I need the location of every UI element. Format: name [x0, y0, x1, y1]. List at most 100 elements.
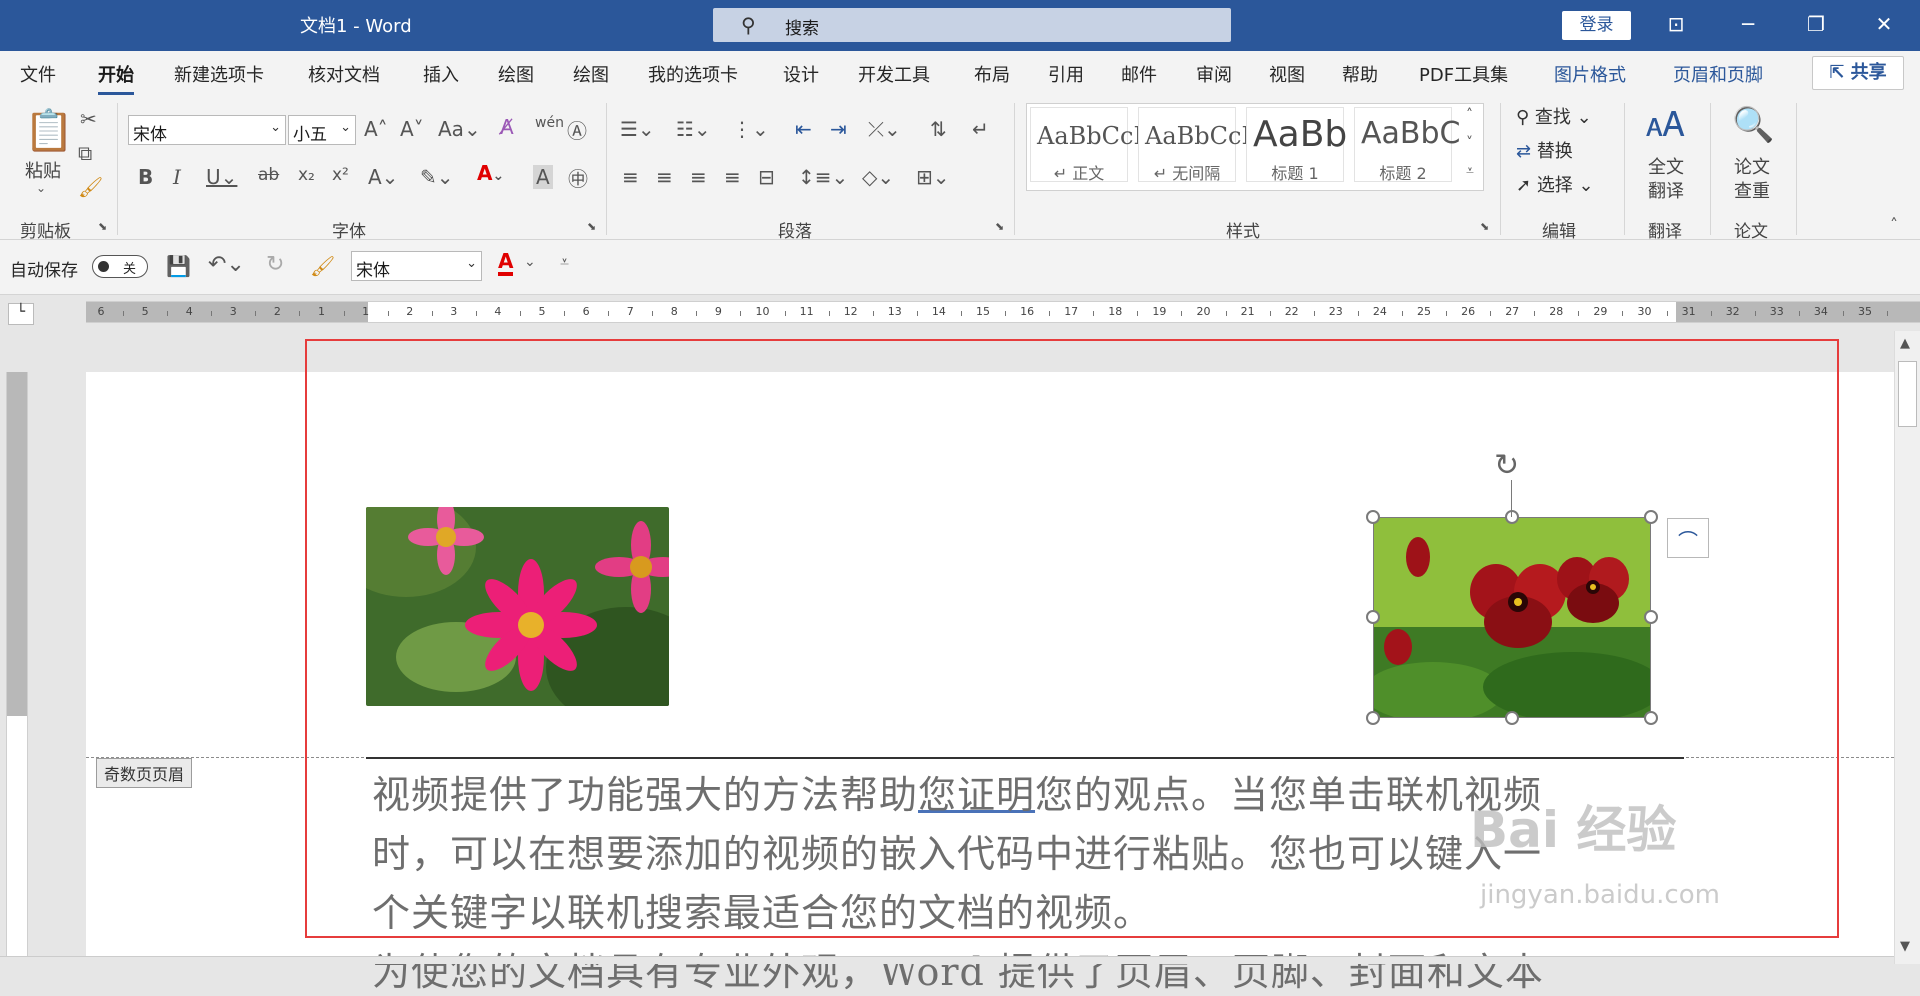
styles-scroll-up-icon[interactable]: ˄ — [1466, 107, 1473, 123]
resize-handle-bl[interactable] — [1366, 711, 1380, 725]
translate-icon[interactable]: 🗚 — [1646, 105, 1685, 145]
distributed-icon[interactable]: ⊟ — [758, 165, 775, 189]
translate-label-1[interactable]: 全文 — [1648, 153, 1684, 179]
paragraph-line-1[interactable]: 视频提供了功能强大的方法帮助您证明您的观点。当您单击联机视频 — [372, 764, 1542, 819]
tab-new[interactable]: 新建选项卡 — [174, 61, 264, 87]
paper-label-1[interactable]: 论文 — [1734, 153, 1770, 179]
scroll-thumb[interactable] — [1898, 361, 1917, 427]
redo-icon[interactable]: ↻ — [266, 252, 284, 277]
phonetic-guide-icon[interactable]: wén — [535, 115, 564, 131]
layout-options-button[interactable]: ⌒ — [1667, 518, 1709, 558]
dialog-launcher-icon[interactable]: ⬊ — [995, 220, 1004, 233]
subscript-icon[interactable]: x₂ — [298, 165, 315, 185]
format-painter-icon[interactable]: 🖌 — [310, 254, 335, 278]
ribbon-display-icon[interactable]: ⊡ — [1648, 0, 1704, 51]
tab-design[interactable]: 设计 — [783, 61, 819, 87]
save-icon[interactable]: 💾 — [166, 254, 191, 278]
italic-icon[interactable]: I — [173, 165, 181, 189]
underline-icon[interactable]: U⌄ — [206, 165, 237, 189]
grow-font-icon[interactable]: A˄ — [364, 117, 388, 141]
replace-button[interactable]: ⇄ 替换 — [1516, 137, 1573, 163]
enclose-char-icon[interactable]: ㊥ — [568, 163, 588, 192]
paste-icon[interactable]: 📋 — [24, 107, 74, 154]
justify-icon[interactable]: ≡ — [724, 165, 741, 189]
tab-draw-2[interactable]: 绘图 — [573, 61, 609, 87]
numbering-icon[interactable]: ☷⌄ — [676, 117, 711, 141]
align-left-icon[interactable]: ≡ — [622, 165, 639, 189]
tab-my[interactable]: 我的选项卡 — [648, 61, 738, 87]
bullets-icon[interactable]: ☰⌄ — [620, 117, 655, 141]
tab-references[interactable]: 引用 — [1048, 61, 1084, 87]
text-effects-icon[interactable]: A⌄ — [368, 165, 398, 189]
cut-icon[interactable]: ✂ — [80, 107, 97, 131]
tab-picture-format[interactable]: 图片格式 — [1554, 61, 1626, 87]
tab-insert[interactable]: 插入 — [423, 61, 459, 87]
paragraph-line-3[interactable]: 个关键字以联机搜索最适合您的文档的视频。 — [372, 882, 1152, 937]
horizontal-ruler[interactable]: 6 5 4 3 2 1 1 2 3 4 5 6 7 8 9 10 11 12 13 14 15 16 17 18 19 20 21 2… — [86, 301, 1920, 323]
superscript-icon[interactable]: x² — [332, 165, 349, 185]
restore-icon[interactable]: ❐ — [1788, 0, 1844, 51]
font-size-combo[interactable]: 小五 ⌄ — [288, 115, 356, 145]
font-name-combo[interactable]: 宋体 ⌄ — [128, 115, 286, 145]
strikethrough-icon[interactable]: ab — [258, 165, 279, 185]
style-no-spacing[interactable]: AaBbCcI ↵ 无间隔 — [1138, 107, 1251, 183]
char-scaling-icon[interactable]: ⤫⌄ — [868, 117, 901, 141]
tab-file[interactable]: 文件 — [20, 61, 56, 87]
paragraph-line-2[interactable]: 时，可以在想要添加的视频的嵌入代码中进行粘贴。您也可以键入一 — [372, 823, 1542, 878]
scroll-up-icon[interactable]: ▲ — [1900, 336, 1910, 351]
format-painter-icon[interactable]: 🖌 — [78, 175, 103, 199]
tab-layout[interactable]: 布局 — [974, 61, 1010, 87]
resize-handle-br[interactable] — [1644, 711, 1658, 725]
sort-icon[interactable]: ⇅ — [930, 117, 947, 141]
char-shading-icon[interactable]: A — [533, 165, 553, 189]
vertical-ruler[interactable] — [6, 372, 28, 964]
tab-developer[interactable]: 开发工具 — [858, 61, 930, 87]
style-heading-1[interactable]: AaBb 标题 1 — [1246, 107, 1347, 183]
close-icon[interactable]: ✕ — [1856, 0, 1912, 51]
change-case-icon[interactable]: Aa⌄ — [438, 117, 481, 141]
resize-handle-b[interactable] — [1505, 711, 1519, 725]
copy-icon[interactable]: ⧉ — [78, 141, 92, 165]
tab-view[interactable]: 视图 — [1269, 61, 1305, 87]
dialog-launcher-icon[interactable]: ⬊ — [98, 220, 107, 233]
increase-indent-icon[interactable]: ⇥ — [830, 117, 847, 141]
borders-icon[interactable]: ⊞⌄ — [916, 165, 950, 189]
horizontal-scrollbar[interactable] — [0, 956, 1894, 964]
style-heading-2[interactable]: AaBbC 标题 2 — [1354, 107, 1460, 183]
paragraph-line-4[interactable]: 为使您的文档具有专业外观，Word 提供了页眉、页脚、封面和文本 — [372, 941, 1544, 996]
undo-icon[interactable]: ↶⌄ — [208, 252, 245, 277]
tab-draw-1[interactable]: 绘图 — [498, 61, 534, 87]
paste-label[interactable]: 粘贴 — [25, 157, 61, 183]
styles-more-icon[interactable]: ⩡ — [1466, 163, 1474, 179]
resize-handle-tl[interactable] — [1366, 510, 1380, 524]
highlight-icon[interactable]: ✎⌄ — [420, 165, 454, 189]
tab-proof[interactable]: 核对文档 — [308, 61, 380, 87]
tab-header-footer[interactable]: 页眉和页脚 — [1673, 61, 1763, 87]
translate-label-2[interactable]: 翻译 — [1648, 177, 1684, 203]
tab-selector-icon[interactable]: └ — [8, 303, 34, 325]
clear-format-icon[interactable]: A̸ — [500, 115, 514, 139]
paper-label-2[interactable]: 查重 — [1734, 177, 1770, 203]
style-normal[interactable]: AaBbCcI ↵ 正文 — [1030, 107, 1143, 183]
styles-scroll-down-icon[interactable]: ˅ — [1466, 135, 1473, 151]
tab-review[interactable]: 审阅 — [1196, 61, 1232, 87]
shrink-font-icon[interactable]: A˅ — [400, 117, 424, 141]
tab-pdf[interactable]: PDF工具集 — [1419, 61, 1508, 87]
dialog-launcher-icon[interactable]: ⬊ — [1480, 220, 1489, 233]
scroll-down-icon[interactable]: ▼ — [1900, 939, 1910, 954]
paragraph-mark-icon[interactable]: ↵ — [972, 117, 989, 141]
paper-check-icon[interactable]: 🔍 — [1732, 105, 1774, 145]
tab-home[interactable]: 开始 — [98, 61, 134, 95]
font-color-icon[interactable]: A⌄ — [477, 161, 504, 185]
decrease-indent-icon[interactable]: ⇤ — [795, 117, 812, 141]
shading-icon[interactable]: ◇⌄ — [862, 165, 894, 189]
vertical-scrollbar[interactable]: ▲ ▼ — [1894, 331, 1920, 964]
align-center-icon[interactable]: ≡ — [656, 165, 673, 189]
share-button[interactable]: ⇱ 共享 — [1812, 56, 1904, 90]
resize-handle-r[interactable] — [1644, 610, 1658, 624]
minimize-icon[interactable]: ─ — [1720, 0, 1776, 51]
line-spacing-icon[interactable]: ↕≡⌄ — [798, 165, 848, 189]
bold-icon[interactable]: B — [138, 165, 153, 189]
search-input[interactable]: ⚲ 搜索 — [713, 8, 1231, 42]
customize-qat-icon[interactable]: ⩡ — [560, 252, 569, 272]
